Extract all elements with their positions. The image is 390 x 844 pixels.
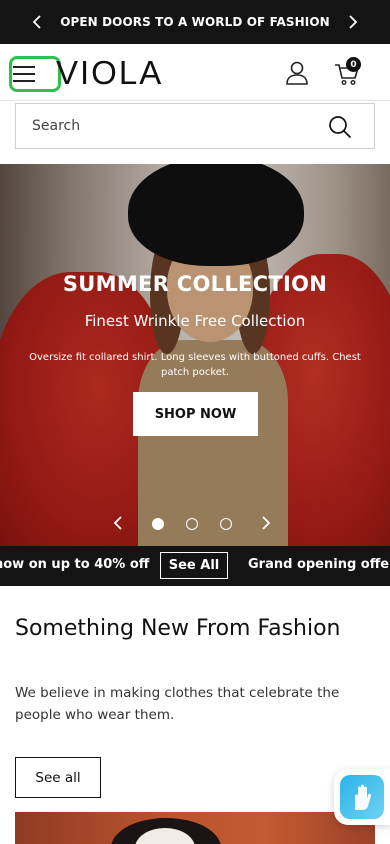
search-area: Search — [0, 101, 390, 164]
slide-prev-icon[interactable] — [110, 515, 126, 531]
search-icon[interactable] — [328, 115, 352, 139]
slider-controls — [0, 512, 390, 536]
promo-marquee: now on up to 40% off See All Grand openi… — [0, 546, 390, 586]
search-placeholder: Search — [32, 118, 81, 134]
chevron-right-icon[interactable] — [345, 14, 361, 30]
slide-dot-1[interactable] — [152, 518, 164, 530]
hamburger-icon[interactable] — [13, 66, 35, 82]
hero-title: SUMMER COLLECTION — [62, 272, 328, 296]
chat-widget-button[interactable] — [334, 769, 390, 825]
marquee-text: now on up to 40% off — [0, 557, 150, 572]
site-header: VIOLA 0 — [0, 44, 390, 101]
logo[interactable]: VIOLA — [56, 54, 163, 92]
chevron-left-icon[interactable] — [29, 14, 45, 30]
product-image[interactable] — [15, 812, 375, 844]
hero-description: Oversize fit collared shirt. Long sleeve… — [29, 352, 361, 378]
hand-icon — [340, 775, 384, 819]
marquee-see-all-link[interactable]: See All — [160, 552, 228, 579]
cart-count-badge: 0 — [346, 57, 361, 72]
slide-dot-2[interactable] — [186, 518, 198, 530]
hero-subtitle: Finest Wrinkle Free Collection — [84, 312, 306, 330]
slide-dot-3[interactable] — [220, 518, 232, 530]
user-icon[interactable] — [284, 60, 310, 86]
section-title: Something New From Fashion — [15, 616, 341, 641]
announcement-text: OPEN DOORS TO A WORLD OF FASHION — [60, 15, 330, 29]
announcement-bar: OPEN DOORS TO A WORLD OF FASHION — [0, 0, 390, 44]
see-all-button[interactable]: See all — [15, 757, 101, 798]
hero-banner: SUMMER COLLECTION Finest Wrinkle Free Co… — [0, 164, 390, 546]
slide-next-icon[interactable] — [258, 515, 274, 531]
search-input[interactable]: Search — [15, 103, 375, 149]
section-description: We believe in making clothes that celebr… — [15, 685, 340, 723]
marquee-text: Grand opening offe — [248, 557, 390, 572]
shop-now-button[interactable]: SHOP NOW — [133, 392, 258, 436]
